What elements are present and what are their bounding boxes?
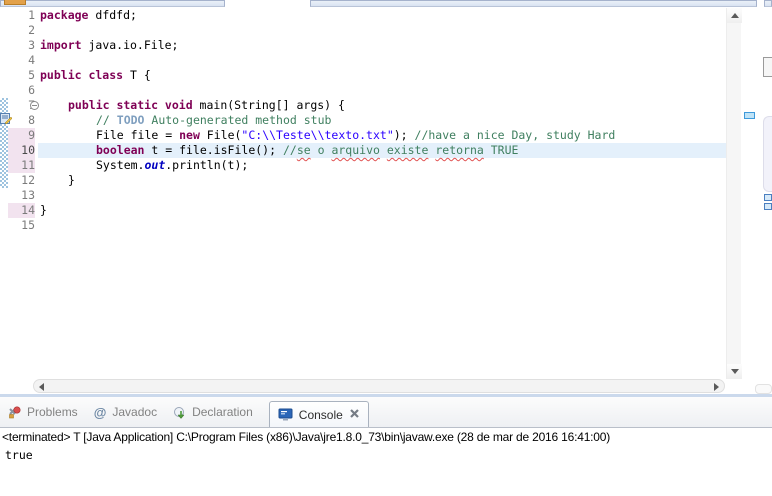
line-number[interactable]: 15	[8, 218, 35, 233]
occurrence-overview-marker[interactable]	[744, 112, 755, 119]
editor-tab-sliver-left	[0, 0, 225, 7]
tab-javadoc[interactable]: @ Javadoc	[94, 405, 157, 420]
code-line[interactable]: import java.io.File;	[40, 38, 178, 53]
up-arrow-icon	[730, 13, 739, 18]
scroll-up-button[interactable]	[727, 8, 742, 23]
console-view[interactable]: <terminated> T [Java Application] C:\Pro…	[0, 428, 772, 496]
tab-console[interactable]: Console	[268, 401, 369, 427]
line-number[interactable]: 14	[8, 203, 35, 218]
vertical-scrollbar[interactable]	[726, 8, 742, 379]
console-icon	[278, 408, 293, 421]
problems-icon	[8, 405, 21, 419]
horizontal-scrollbar[interactable]	[33, 379, 725, 393]
code-line[interactable]: File file = new File("C:\\Teste\\texto.t…	[96, 128, 615, 143]
line-number[interactable]: 6	[8, 83, 35, 98]
tab-label: Problems	[27, 405, 78, 419]
console-process-header: <terminated> T [Java Application] C:\Pro…	[2, 430, 611, 444]
editor-tab-sliver-right	[310, 0, 757, 7]
code-line[interactable]: package dfdfd;	[40, 8, 137, 23]
code-line[interactable]: }	[40, 203, 47, 218]
javadoc-icon: @	[93, 404, 107, 420]
console-output: true	[5, 448, 33, 462]
view-icon-fragment	[4, 0, 26, 5]
fold-collapse-icon[interactable]	[30, 101, 39, 110]
line-number[interactable]: 10	[8, 143, 35, 158]
close-icon[interactable]	[349, 408, 360, 422]
line-number[interactable]: 8	[8, 113, 35, 128]
line-number[interactable]: 9	[8, 128, 35, 143]
scrollbar-corner	[755, 384, 772, 394]
clipped-right-panel	[763, 116, 772, 192]
code-line[interactable]: System.out.println(t);	[96, 158, 248, 173]
todo-task-icon	[0, 113, 12, 124]
code-line[interactable]: boolean t = file.isFile(); //se o arquiv…	[96, 143, 518, 158]
code-line[interactable]: }	[68, 173, 75, 188]
clipped-blue-icon	[764, 203, 772, 210]
tab-problems[interactable]: Problems	[8, 405, 78, 419]
line-number[interactable]: 1	[8, 8, 35, 23]
console-view-tabbar: Problems @ Javadoc Declaration Console	[0, 397, 772, 428]
line-number[interactable]: 3	[8, 38, 35, 53]
code-line[interactable]: public class T {	[40, 68, 151, 83]
tab-label: Declaration	[192, 405, 253, 419]
editor-tab-sliver-edge	[764, 0, 772, 7]
scroll-down-button[interactable]	[727, 364, 742, 379]
code-line[interactable]: // TODO Auto-generated method stub	[96, 113, 331, 128]
line-number[interactable]: 2	[8, 23, 35, 38]
declaration-icon	[173, 406, 186, 419]
clipped-blue-icon	[764, 194, 772, 201]
left-arrow-icon[interactable]	[39, 383, 44, 391]
eclipse-window: 1 package dfdfd; 2 3 import java.io.File; 4 5 p…	[0, 0, 772, 496]
line-number[interactable]: 4	[8, 53, 35, 68]
tab-declaration[interactable]: Declaration	[173, 405, 253, 419]
tab-label: Console	[298, 407, 343, 422]
line-number[interactable]: 13	[8, 188, 35, 203]
line-number[interactable]: 12	[8, 173, 35, 188]
code-line[interactable]: public static void main(String[] args) {	[68, 98, 345, 113]
down-arrow-icon	[730, 369, 739, 374]
tab-label: Javadoc	[112, 405, 158, 419]
right-arrow-icon[interactable]	[714, 383, 719, 391]
line-number[interactable]: 11	[8, 158, 35, 173]
line-number[interactable]: 5	[8, 68, 35, 83]
clipped-right-widget	[763, 57, 772, 77]
